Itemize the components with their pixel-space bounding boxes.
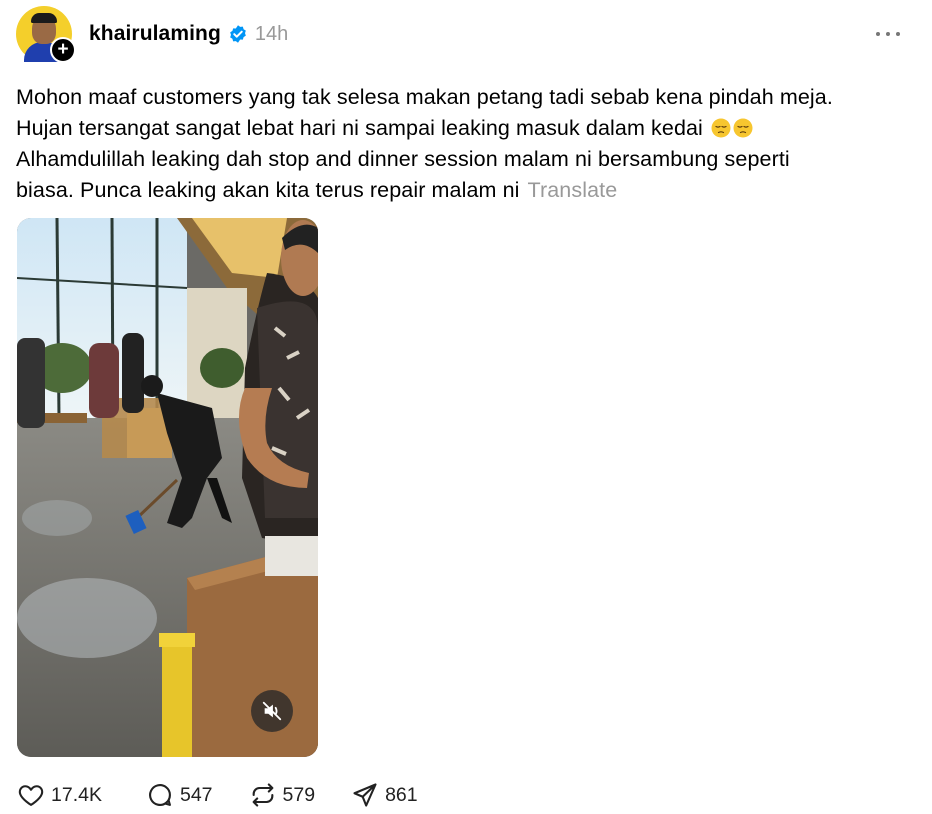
speaker-muted-icon [262, 701, 282, 721]
post-text: Mohon maaf customers yang tak selesa mak… [16, 82, 916, 206]
comment-bubble-icon [149, 784, 171, 806]
pensive-emoji-icon [733, 118, 753, 138]
post-header: + khairulaming 14h [16, 6, 289, 63]
post-text-line-3: Alhamdulillah leaking dah stop and dinne… [16, 147, 790, 171]
post-text-line: Alhamdulillah leaking dah stop and dinne… [16, 144, 916, 175]
heart-icon [18, 785, 44, 806]
like-count: 17.4K [51, 783, 102, 806]
verified-badge-icon [230, 25, 246, 43]
pensive-emoji-icon [711, 118, 731, 138]
post-text-line-2: Hujan tersangat sangat lebat hari ni sam… [16, 116, 703, 140]
share-button[interactable]: 861 [351, 781, 418, 809]
more-options-icon[interactable] [876, 22, 900, 46]
video-frame [17, 218, 318, 757]
post-text-line: Hujan tersangat sangat lebat hari ni sam… [16, 113, 916, 144]
follow-plus-icon[interactable]: + [50, 37, 76, 63]
repost-icon [252, 783, 273, 807]
comment-count: 547 [179, 783, 213, 806]
username[interactable]: khairulaming [89, 22, 221, 46]
mute-button[interactable] [251, 690, 293, 732]
repost-count: 579 [282, 783, 316, 806]
repost-button[interactable]: 579 [249, 781, 316, 809]
comment-button[interactable]: 547 [146, 781, 213, 809]
post-time: 14h [254, 22, 289, 45]
avatar[interactable]: + [16, 6, 76, 63]
share-count: 861 [385, 783, 418, 806]
avatar-cap [31, 13, 57, 23]
post-text-line-4: biasa. Punca leaking akan kita terus rep… [16, 178, 520, 202]
translate-link[interactable]: Translate [528, 178, 618, 202]
post-text-line-1: Mohon maaf customers yang tak selesa mak… [16, 85, 833, 109]
more-dot [896, 32, 900, 36]
post-text-line: Mohon maaf customers yang tak selesa mak… [16, 82, 916, 113]
more-dot [886, 32, 890, 36]
post-text-line: biasa. Punca leaking akan kita terus rep… [16, 175, 916, 206]
more-dot [876, 32, 880, 36]
post-actions: 17.4K 547 579 861 [17, 778, 454, 812]
send-icon [353, 783, 377, 807]
post-video[interactable] [17, 218, 318, 757]
like-button[interactable]: 17.4K [17, 781, 102, 809]
